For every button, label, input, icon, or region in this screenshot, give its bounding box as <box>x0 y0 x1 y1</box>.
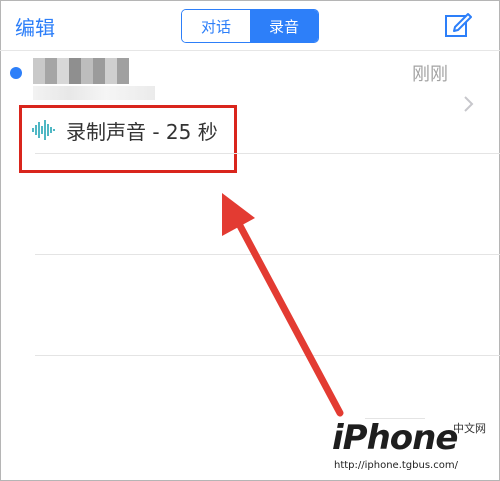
watermark-url: http://iphone.tgbus.com/ <box>334 460 458 471</box>
contact-detail-blurred <box>33 86 155 100</box>
watermark-cn: 中文网 <box>453 422 486 435</box>
navigation-bar: 编辑 对话 录音 <box>0 0 500 51</box>
segment-conversation[interactable]: 对话 <box>182 10 250 42</box>
watermark-logo: iPhone <box>332 418 458 458</box>
watermark: iPhone 中文网 http://iphone.tgbus.com/ <box>326 418 486 478</box>
contact-name-blurred <box>33 58 129 84</box>
chevron-right-icon <box>464 96 474 112</box>
message-time: 刚刚 <box>412 64 448 85</box>
segment-recording[interactable]: 录音 <box>250 10 318 42</box>
row-separator <box>35 355 500 356</box>
unread-dot <box>10 67 22 79</box>
row-separator <box>35 254 500 255</box>
segmented-control: 对话 录音 <box>181 9 319 43</box>
row-separator <box>35 153 500 154</box>
audio-waveform-icon <box>32 120 55 140</box>
compose-icon[interactable] <box>444 10 472 38</box>
message-preview: 录制声音 - 25 秒 <box>66 120 218 144</box>
edit-button[interactable]: 编辑 <box>15 12 55 41</box>
